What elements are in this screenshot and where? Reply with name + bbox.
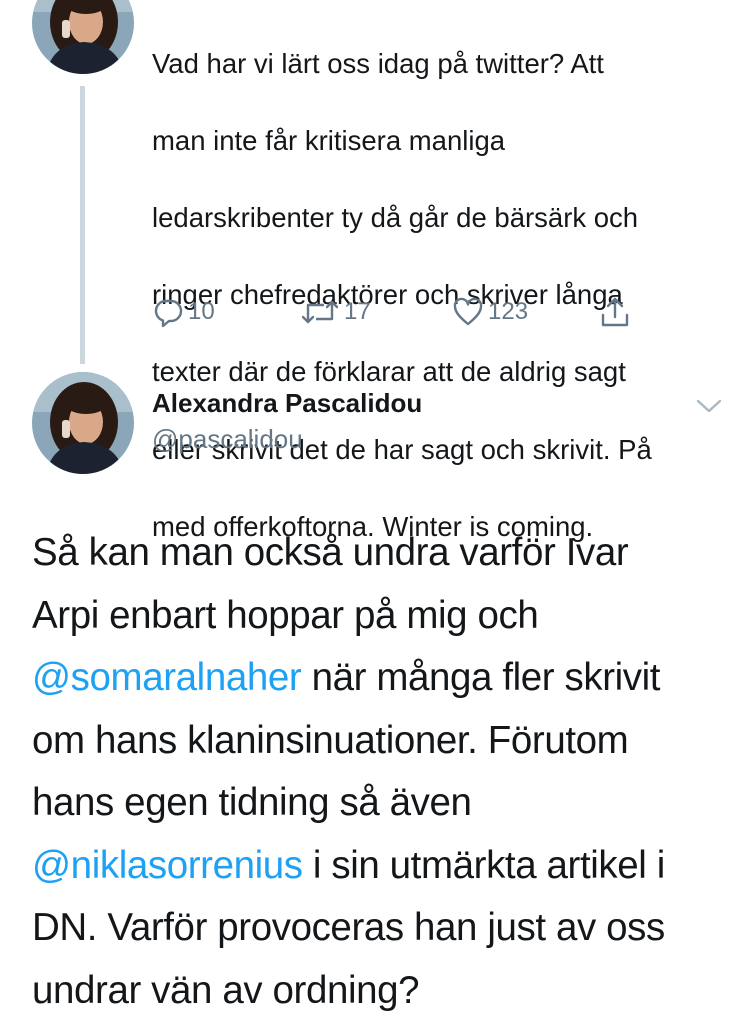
reply-button[interactable]: 10 bbox=[152, 292, 215, 332]
like-button[interactable]: 123 bbox=[452, 292, 528, 332]
tweet-text-segment: om hans klaninsinuationer. Förutom bbox=[32, 719, 628, 762]
tweet-text-line: DN. Varför provoceras han just av oss bbox=[32, 897, 732, 960]
mention-link[interactable]: @niklasorrenius bbox=[32, 844, 303, 887]
share-button[interactable] bbox=[598, 292, 632, 332]
like-count: 123 bbox=[488, 298, 528, 326]
retweet-button[interactable]: 17 bbox=[300, 292, 371, 332]
heart-icon bbox=[452, 296, 484, 328]
reply-count: 10 bbox=[188, 298, 215, 326]
author-name[interactable]: Alexandra Pascalidou bbox=[152, 388, 422, 419]
tweet-text-line: hans egen tidning så även bbox=[32, 772, 732, 835]
retweet-icon bbox=[300, 296, 340, 328]
tweet-text-segment: Så kan man också undra varför Ivar bbox=[32, 531, 628, 574]
author-avatar[interactable] bbox=[32, 372, 134, 474]
previous-tweet-actions: 10 17 123 bbox=[0, 292, 750, 332]
tweet-text-segment: Arpi enbart hoppar på mig och bbox=[32, 594, 538, 637]
tweet-text-segment: undrar vän av ordning? bbox=[32, 969, 419, 1012]
tweet-text-line: Så kan man också undra varför Ivar bbox=[32, 522, 732, 585]
tweet-text-segment: hans egen tidning så även bbox=[32, 781, 472, 824]
tweet-text-line: @somaralnaher när många fler skrivit bbox=[32, 647, 732, 710]
tweet-text-line: om hans klaninsinuationer. Förutom bbox=[32, 710, 732, 773]
retweet-count: 17 bbox=[344, 298, 371, 326]
share-icon bbox=[598, 295, 632, 329]
tweet-text-line: @niklasorrenius i sin utmärkta artikel i bbox=[32, 835, 732, 898]
tweet-text-segment: när många fler skrivit bbox=[301, 656, 660, 699]
tweet-text-line: Arpi enbart hoppar på mig och bbox=[32, 585, 732, 648]
tweet-text-segment: i sin utmärkta artikel i bbox=[303, 844, 665, 887]
tweet-text: Så kan man också undra varför Ivar Arpi e… bbox=[32, 522, 732, 1022]
tweet-menu-button[interactable] bbox=[694, 396, 724, 416]
tweet-text-line: undrar vän av ordning? bbox=[32, 960, 732, 1022]
previous-tweet-avatar[interactable] bbox=[32, 0, 134, 74]
mention-link[interactable]: @somaralnaher bbox=[32, 656, 301, 699]
chevron-down-icon bbox=[694, 403, 724, 420]
author-handle[interactable]: @pascalidou bbox=[152, 424, 303, 455]
reply-icon bbox=[152, 296, 184, 328]
tweet-text-segment: DN. Varför provoceras han just av oss bbox=[32, 906, 665, 949]
